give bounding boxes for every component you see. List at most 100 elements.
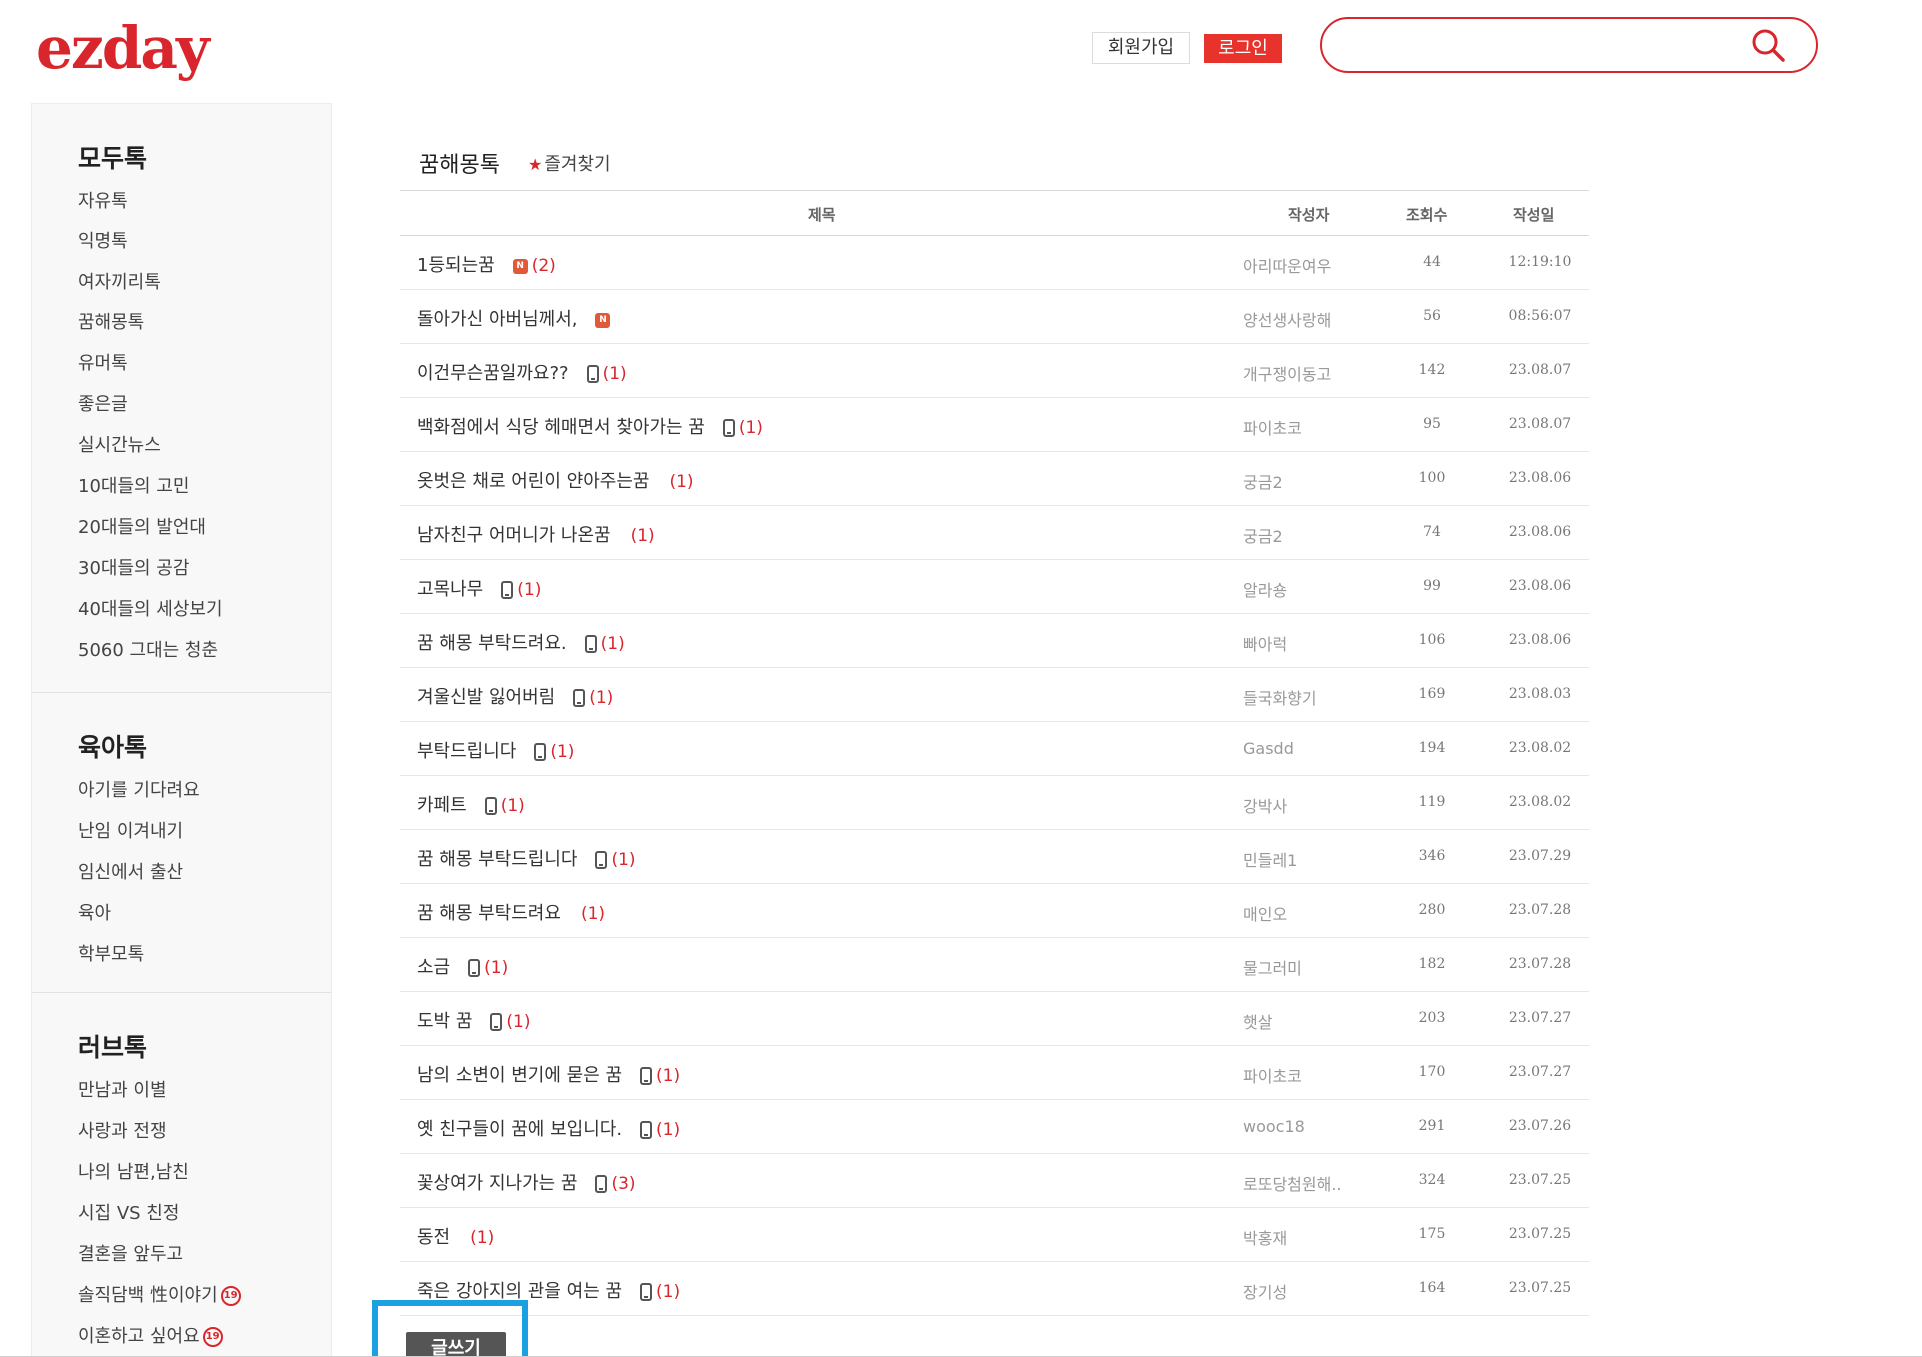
- post-author[interactable]: 장기성: [1243, 1279, 1287, 1303]
- post-title[interactable]: 부탁드립니다 (1): [417, 737, 574, 763]
- post-author[interactable]: 로또당첨원해..: [1243, 1171, 1342, 1195]
- sidebar-item[interactable]: 익명톡: [78, 227, 128, 253]
- login-button[interactable]: 로그인: [1204, 34, 1282, 63]
- comment-count[interactable]: (1): [484, 958, 508, 978]
- sidebar-item[interactable]: 시집 VS 친정: [78, 1199, 179, 1225]
- sidebar-item[interactable]: 좋은글: [78, 390, 128, 416]
- post-title-text[interactable]: 죽은 강아지의 관을 여는 꿈: [417, 1281, 622, 1302]
- comment-count[interactable]: (1): [601, 634, 625, 654]
- search-input[interactable]: [1350, 29, 1730, 61]
- comment-count[interactable]: (1): [517, 580, 541, 600]
- sidebar-item[interactable]: 자유톡: [78, 187, 128, 213]
- table-row[interactable]: 고목나무 (1) 알라숑 99 23.08.06: [400, 560, 1589, 614]
- post-title[interactable]: 돌아가신 아버님께서, N: [417, 305, 611, 331]
- sidebar-item[interactable]: 여자끼리톡: [78, 268, 161, 294]
- sidebar-item[interactable]: 5060 그대는 청춘: [78, 636, 218, 662]
- sidebar-item[interactable]: 만남과 이별: [78, 1076, 167, 1102]
- sidebar-item[interactable]: 30대들의 공감: [78, 554, 189, 580]
- comment-count[interactable]: (3): [611, 1174, 635, 1194]
- favorite-button[interactable]: ★ 즐겨찾기: [528, 150, 611, 176]
- search-icon[interactable]: [1750, 27, 1786, 63]
- post-author[interactable]: 양선생사랑해: [1243, 307, 1331, 331]
- comment-count[interactable]: (1): [739, 418, 763, 438]
- comment-count[interactable]: (1): [669, 472, 693, 492]
- post-author[interactable]: 민들레1: [1243, 847, 1297, 871]
- sidebar-item[interactable]: 나의 남편,남친: [78, 1158, 189, 1184]
- post-title-text[interactable]: 동전: [417, 1227, 450, 1248]
- post-title[interactable]: 겨울신발 잃어버림 (1): [417, 683, 613, 709]
- table-row[interactable]: 꿈 해몽 부탁드려요. (1) 빠아럭 106 23.08.06: [400, 614, 1589, 668]
- post-title[interactable]: 도박 꿈 (1): [417, 1007, 531, 1033]
- post-author[interactable]: 강박사: [1243, 793, 1287, 817]
- post-title-text[interactable]: 겨울신발 잃어버림: [417, 687, 555, 708]
- post-title[interactable]: 옷벗은 채로 어린이 얀아주는꿈 (1): [417, 467, 694, 493]
- comment-count[interactable]: (2): [532, 256, 556, 276]
- post-author[interactable]: 궁금2: [1243, 469, 1283, 493]
- table-row[interactable]: 도박 꿈 (1) 햇살 203 23.07.27: [400, 992, 1589, 1046]
- post-title[interactable]: 옛 친구들이 꿈에 보입니다. (1): [417, 1115, 680, 1141]
- sidebar-item[interactable]: 난임 이겨내기: [78, 817, 183, 843]
- post-author[interactable]: 개구쟁이동고: [1243, 361, 1331, 385]
- write-button[interactable]: 글쓰기: [406, 1332, 506, 1357]
- sidebar-item[interactable]: 결혼을 앞두고: [78, 1240, 183, 1266]
- post-title[interactable]: 이건무슨꿈일까요?? (1): [417, 359, 627, 385]
- post-title-text[interactable]: 도박 꿈: [417, 1011, 472, 1032]
- table-row[interactable]: 백화점에서 식당 헤매면서 찾아가는 꿈 (1) 파이초코 95 23.08.07: [400, 398, 1589, 452]
- sidebar-item[interactable]: 20대들의 발언대: [78, 513, 206, 539]
- post-author[interactable]: 궁금2: [1243, 523, 1283, 547]
- post-title[interactable]: 꿈 해몽 부탁드립니다 (1): [417, 845, 636, 871]
- post-author[interactable]: 매인오: [1243, 901, 1287, 925]
- table-row[interactable]: 동전 (1) 박홍재 175 23.07.25: [400, 1208, 1589, 1262]
- post-title[interactable]: 백화점에서 식당 헤매면서 찾아가는 꿈 (1): [417, 413, 763, 439]
- table-row[interactable]: 꿈 해몽 부탁드려요 (1) 매인오 280 23.07.28: [400, 884, 1589, 938]
- post-title[interactable]: 꽃상여가 지나가는 꿈 (3): [417, 1169, 636, 1195]
- join-button[interactable]: 회원가입: [1092, 32, 1190, 64]
- post-title-text[interactable]: 옷벗은 채로 어린이 얀아주는꿈: [417, 471, 649, 492]
- table-row[interactable]: 남의 소변이 변기에 묻은 꿈 (1) 파이초코 170 23.07.27: [400, 1046, 1589, 1100]
- comment-count[interactable]: (1): [506, 1012, 530, 1032]
- sidebar-item[interactable]: 학부모톡: [78, 940, 144, 966]
- sidebar-item[interactable]: 이혼하고 싶어요 19: [78, 1322, 223, 1348]
- post-title[interactable]: 1등되는꿈 N (2): [417, 251, 556, 277]
- post-title[interactable]: 소금 (1): [417, 953, 508, 979]
- post-author[interactable]: 파이초코: [1243, 1063, 1302, 1087]
- table-row[interactable]: 꿈 해몽 부탁드립니다 (1) 민들레1 346 23.07.29: [400, 830, 1589, 884]
- comment-count[interactable]: (1): [501, 796, 525, 816]
- comment-count[interactable]: (1): [581, 904, 605, 924]
- sidebar-group-title[interactable]: 러브톡: [78, 1028, 147, 1064]
- table-row[interactable]: 카페트 (1) 강박사 119 23.08.02: [400, 776, 1589, 830]
- comment-count[interactable]: (1): [550, 742, 574, 762]
- post-author[interactable]: 파이초코: [1243, 415, 1302, 439]
- post-title-text[interactable]: 카페트: [417, 795, 467, 816]
- post-title-text[interactable]: 고목나무: [417, 579, 483, 600]
- table-row[interactable]: 꽃상여가 지나가는 꿈 (3) 로또당첨원해.. 324 23.07.25: [400, 1154, 1589, 1208]
- table-row[interactable]: 1등되는꿈 N (2) 아리따운여우 44 12:19:10: [400, 236, 1589, 290]
- post-title[interactable]: 꿈 해몽 부탁드려요. (1): [417, 629, 625, 655]
- comment-count[interactable]: (1): [470, 1228, 494, 1248]
- post-author[interactable]: 알라숑: [1243, 577, 1287, 601]
- post-title[interactable]: 고목나무 (1): [417, 575, 541, 601]
- post-title-text[interactable]: 1등되는꿈: [417, 255, 495, 276]
- ezday-logo[interactable]: ezday: [36, 18, 210, 78]
- post-title-text[interactable]: 백화점에서 식당 헤매면서 찾아가는 꿈: [417, 417, 705, 438]
- table-row[interactable]: 옷벗은 채로 어린이 얀아주는꿈 (1) 궁금2 100 23.08.06: [400, 452, 1589, 506]
- sidebar-item[interactable]: 유머톡: [78, 349, 128, 375]
- sidebar-group-title[interactable]: 육아톡: [78, 728, 147, 764]
- comment-count[interactable]: (1): [656, 1120, 680, 1140]
- post-author[interactable]: Gasdd: [1243, 739, 1294, 758]
- sidebar-group-title[interactable]: 모두톡: [78, 139, 147, 175]
- table-row[interactable]: 옛 친구들이 꿈에 보입니다. (1) wooc18 291 23.07.26: [400, 1100, 1589, 1154]
- table-row[interactable]: 남자친구 어머니가 나온꿈 (1) 궁금2 74 23.08.06: [400, 506, 1589, 560]
- post-title-text[interactable]: 돌아가신 아버님께서,: [417, 309, 577, 330]
- comment-count[interactable]: (1): [631, 526, 655, 546]
- table-row[interactable]: 겨울신발 잃어버림 (1) 들국화향기 169 23.08.03: [400, 668, 1589, 722]
- post-author[interactable]: 아리따운여우: [1243, 253, 1331, 277]
- post-title-text[interactable]: 꿈 해몽 부탁드립니다: [417, 849, 577, 870]
- post-title-text[interactable]: 남자친구 어머니가 나온꿈: [417, 525, 611, 546]
- post-title-text[interactable]: 꿈 해몽 부탁드려요.: [417, 633, 567, 654]
- post-title-text[interactable]: 소금: [417, 957, 450, 978]
- post-author[interactable]: wooc18: [1243, 1117, 1305, 1136]
- sidebar-item[interactable]: 임신에서 출산: [78, 858, 183, 884]
- sidebar-item[interactable]: 솔직담백 性이야기 19: [78, 1281, 241, 1307]
- post-title[interactable]: 남자친구 어머니가 나온꿈 (1): [417, 521, 655, 547]
